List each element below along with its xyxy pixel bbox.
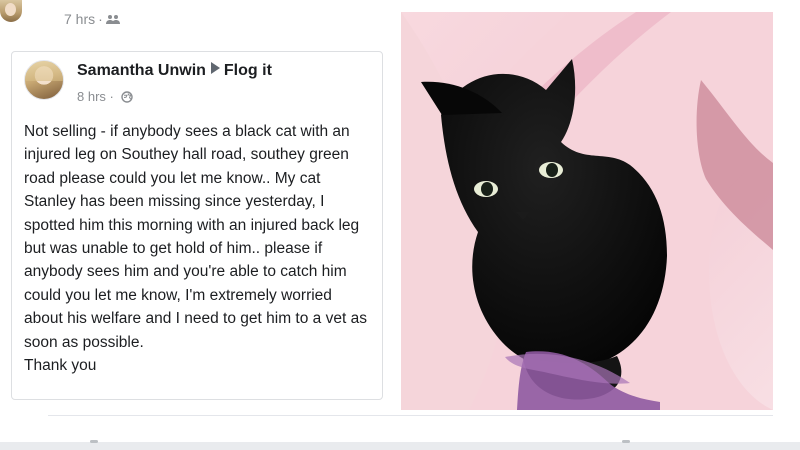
author-name-link[interactable]: Samantha Unwin: [77, 62, 206, 79]
separator: ·: [109, 89, 114, 104]
post-time-text[interactable]: 8 hrs: [77, 89, 106, 104]
outer-avatar[interactable]: [0, 0, 22, 22]
author-avatar[interactable]: [24, 60, 64, 100]
outer-post-timestamp[interactable]: 7 hrs ·: [64, 11, 120, 27]
cat-photo[interactable]: [401, 12, 773, 410]
globe-icon: [120, 91, 133, 103]
triangle-right-icon: [210, 62, 220, 74]
strip-indicator: [622, 440, 630, 443]
post-timestamp: 8 hrs ·: [77, 89, 133, 104]
friends-icon: [105, 15, 120, 24]
black-cat-image: [401, 12, 773, 410]
post-text: Not selling - if anybody sees a black ca…: [24, 123, 367, 351]
outer-time-text[interactable]: 7 hrs: [64, 11, 95, 27]
strip-indicator: [90, 440, 98, 443]
separator: ·: [98, 11, 103, 27]
bottom-strip: [0, 442, 800, 450]
divider: [48, 415, 773, 416]
shared-post-card: Samantha Unwin Flog it 8 hrs · Not sellin…: [11, 51, 383, 400]
post-author-line: Samantha Unwin Flog it: [77, 62, 272, 80]
post-closing: Thank you: [24, 357, 97, 375]
post-body: Not selling - if anybody sees a black ca…: [24, 120, 374, 377]
outer-post-header: 7 hrs ·: [0, 0, 400, 44]
group-name-link[interactable]: Flog it: [224, 62, 272, 79]
